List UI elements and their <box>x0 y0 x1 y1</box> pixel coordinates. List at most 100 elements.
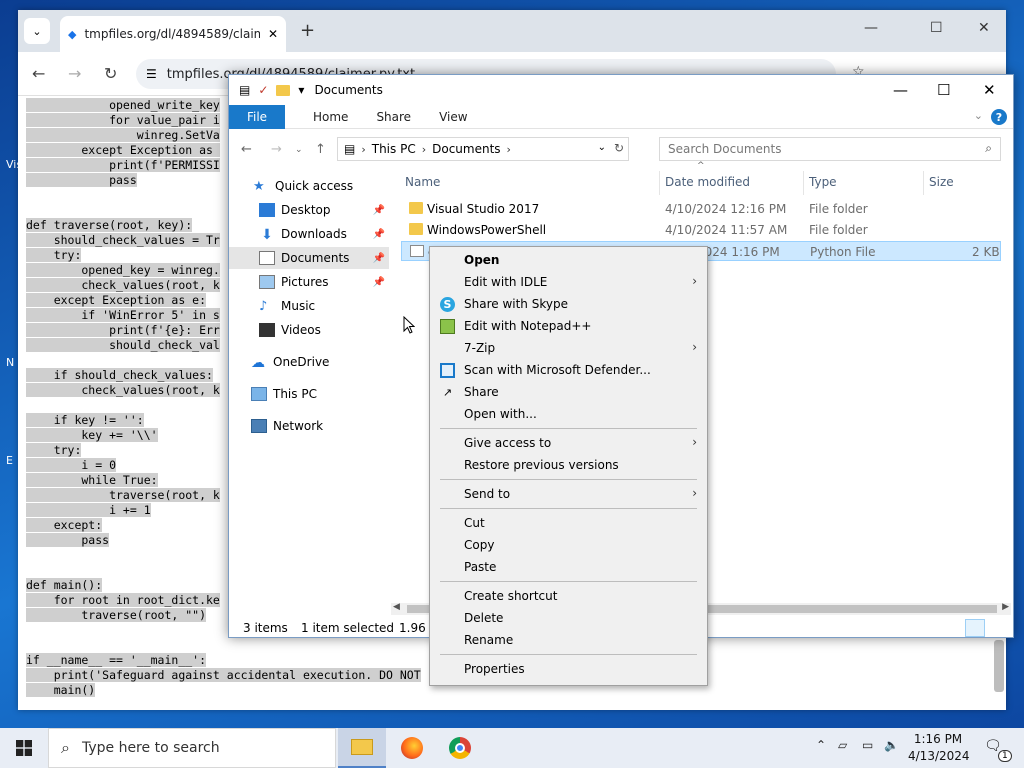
nav-music[interactable]: ♪ Music <box>229 295 389 317</box>
show-hidden-icons-icon[interactable]: ⌃ <box>816 738 826 752</box>
menu-label: Send to <box>464 487 511 501</box>
minimize-icon[interactable]: — <box>864 20 878 36</box>
code-line-text: for value_pair i <box>26 113 220 127</box>
nav-desktop[interactable]: Desktop 📌 <box>229 199 389 221</box>
maximize-icon[interactable]: ☐ <box>937 81 950 99</box>
breadcrumb-documents[interactable]: Documents <box>432 142 500 156</box>
code-line-text: def traverse(root, key): <box>26 218 193 232</box>
menu-item-restore-versions[interactable]: Restore previous versions <box>430 454 707 476</box>
ribbon-tab-home[interactable]: Home <box>313 110 348 124</box>
menu-item-cut[interactable]: Cut <box>430 512 707 534</box>
reload-icon[interactable]: ↻ <box>104 64 117 83</box>
minimize-icon[interactable]: — <box>893 81 908 99</box>
recent-locations-icon[interactable]: ⌄ <box>295 145 303 155</box>
close-icon[interactable]: ✕ <box>983 81 996 99</box>
scroll-right-icon[interactable]: ▶ <box>1002 602 1009 612</box>
python-file-icon <box>410 245 424 257</box>
customize-toolbar-icon[interactable]: ▾ <box>298 83 304 97</box>
expand-ribbon-icon[interactable]: ⌄ <box>974 109 983 122</box>
up-icon[interactable]: ↑ <box>315 142 326 157</box>
tab-search-icon[interactable]: ⌄ <box>24 18 50 44</box>
menu-label: Create shortcut <box>464 589 558 603</box>
column-divider[interactable] <box>803 171 804 195</box>
nav-videos[interactable]: Videos <box>229 319 389 341</box>
large-icons-view-icon[interactable] <box>989 619 1009 637</box>
column-header-date[interactable]: Date modified <box>665 175 750 189</box>
file-explorer-taskbar-icon[interactable] <box>338 728 386 768</box>
checkmark-icon[interactable]: ✓ <box>258 83 268 97</box>
menu-item-share-with-skype[interactable]: S Share with Skype <box>430 293 707 315</box>
menu-item-edit-with-notepadpp[interactable]: Edit with Notepad++ <box>430 315 707 337</box>
menu-item-share[interactable]: ↗ Share <box>430 381 707 403</box>
table-row[interactable]: Visual Studio 2017 4/10/2024 12:16 PM Fi… <box>401 199 1001 219</box>
nav-this-pc[interactable]: This PC <box>229 383 389 405</box>
menu-item-7zip[interactable]: 7-Zip › <box>430 337 707 359</box>
chevron-right-icon[interactable]: › <box>361 143 365 156</box>
details-view-icon[interactable] <box>965 619 985 637</box>
nav-downloads[interactable]: ⬇ Downloads 📌 <box>229 223 389 245</box>
refresh-icon[interactable]: ↻ <box>614 141 624 155</box>
close-tab-icon[interactable]: ✕ <box>268 27 278 41</box>
nav-pictures[interactable]: Pictures 📌 <box>229 271 389 293</box>
address-dropdown-icon[interactable]: ⌄ <box>598 142 606 153</box>
menu-item-rename[interactable]: Rename <box>430 629 707 651</box>
new-tab-icon[interactable]: + <box>300 20 315 41</box>
ribbon-tab-view[interactable]: View <box>439 110 467 124</box>
properties-icon[interactable]: ▤ <box>239 83 250 97</box>
nav-onedrive[interactable]: ☁ OneDrive <box>229 351 389 373</box>
column-divider[interactable] <box>659 171 660 195</box>
menu-item-paste[interactable]: Paste <box>430 556 707 578</box>
code-line-text: if key != '': <box>26 413 144 427</box>
column-header-name[interactable]: Name <box>405 175 440 189</box>
ribbon-tab-share[interactable]: Share <box>376 110 411 124</box>
menu-item-copy[interactable]: Copy <box>430 534 707 556</box>
back-icon[interactable]: ← <box>32 64 45 83</box>
browser-tab[interactable]: ◆ tmpfiles.org/dl/4894589/claim ✕ <box>60 16 286 52</box>
maximize-icon[interactable]: ☐ <box>930 20 943 36</box>
ribbon-tab-file[interactable]: File <box>229 104 285 129</box>
menu-item-open[interactable]: Open <box>430 249 707 271</box>
close-window-icon[interactable]: ✕ <box>978 20 990 36</box>
scroll-left-icon[interactable]: ◀ <box>393 602 400 612</box>
forward-icon[interactable]: → <box>68 64 81 83</box>
chevron-right-icon[interactable]: › <box>422 143 426 156</box>
nav-network[interactable]: Network <box>229 415 389 437</box>
menu-item-send-to[interactable]: Send to › <box>430 483 707 505</box>
breadcrumb-this-pc[interactable]: This PC <box>372 142 416 156</box>
taskbar-search-box[interactable]: ⌕ Type here to search <box>48 728 336 768</box>
device-icon[interactable]: ▭ <box>862 738 873 752</box>
menu-item-edit-with-idle[interactable]: Edit with IDLE › <box>430 271 707 293</box>
column-header-size[interactable]: Size <box>929 175 954 189</box>
explorer-title-bar: ▤ ✓ ▾ Documents — ☐ ✕ <box>229 75 1013 105</box>
volume-muted-icon[interactable]: 🔈 <box>884 738 899 752</box>
start-button[interactable] <box>0 728 48 768</box>
taskbar-clock[interactable]: 1:16 PM 4/13/2024 <box>908 731 970 765</box>
nav-quick-access[interactable]: ★ Quick access <box>229 175 389 197</box>
menu-item-scan-defender[interactable]: Scan with Microsoft Defender... <box>430 359 707 381</box>
menu-item-give-access[interactable]: Give access to › <box>430 432 707 454</box>
column-divider[interactable] <box>923 171 924 195</box>
new-folder-icon[interactable] <box>276 84 291 96</box>
breadcrumb[interactable]: ▤ › This PC › Documents › ⌄ ↻ <box>337 137 629 161</box>
menu-item-open-with[interactable]: Open with... <box>430 403 707 425</box>
network-status-icon[interactable]: ▱ <box>838 738 847 752</box>
table-row[interactable]: WindowsPowerShell 4/10/2024 11:57 AM Fil… <box>401 220 1001 240</box>
back-icon[interactable]: ← <box>241 142 252 157</box>
chevron-right-icon[interactable]: › <box>507 143 511 156</box>
clock-date: 4/13/2024 <box>908 749 970 763</box>
nav-documents[interactable]: Documents 📌 <box>229 247 389 269</box>
menu-item-create-shortcut[interactable]: Create shortcut <box>430 585 707 607</box>
chrome-taskbar-icon[interactable] <box>436 728 484 768</box>
forward-icon[interactable]: → <box>271 142 282 157</box>
notification-badge: 1 <box>998 750 1012 762</box>
site-info-icon[interactable]: ☰ <box>146 67 157 81</box>
search-documents-input[interactable]: Search Documents ⌕ <box>659 137 1001 161</box>
menu-item-delete[interactable]: Delete <box>430 607 707 629</box>
menu-label: 7-Zip <box>464 341 496 355</box>
menu-item-properties[interactable]: Properties <box>430 658 707 680</box>
browser-scrollbar-thumb[interactable] <box>994 640 1004 692</box>
firefox-taskbar-icon[interactable] <box>388 728 436 768</box>
help-icon[interactable]: ? <box>991 109 1007 125</box>
column-header-type[interactable]: Type <box>809 175 837 189</box>
search-icon[interactable]: ⌕ <box>985 141 992 156</box>
